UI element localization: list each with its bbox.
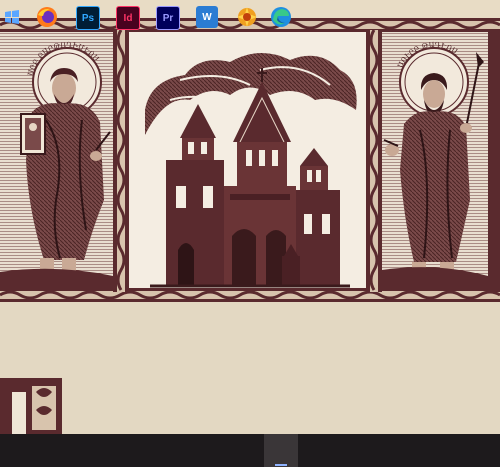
left-saint-panel: ՍՐԲ ԲԱՐԹՈՂԻՄԷՈՍ [0,32,113,288]
lower-left-ornament [0,378,62,434]
windows-start-icon[interactable] [2,6,22,28]
firefox-icon[interactable] [36,6,58,28]
windows-taskbar [0,434,500,467]
photoshop-label: Ps [81,12,95,24]
desktop-image-viewer: ՍՐԲ ԲԱՐԹՈՂԻՄԷՈՍ ՍՈՒՐԲ ԹԱԴԷՈՍ [0,0,500,434]
premiere-icon[interactable]: Pr [156,6,180,30]
premiere-label: Pr [162,12,174,24]
edge-icon[interactable] [270,6,292,28]
active-app-indicator [275,464,287,466]
indesign-icon[interactable]: Id [116,6,140,30]
bottom-ornament-border [0,288,500,302]
engraving-artwork: ՍՐԲ ԲԱՐԹՈՂԻՄԷՈՍ ՍՈՒՐԲ ԹԱԴԷՈՍ [0,0,500,434]
right-saint-panel: ՍՈՒՐԲ ԹԱԴԷՈՍ [382,32,488,288]
active-app-highlight [264,434,298,467]
indesign-label: Id [123,12,133,24]
word-label: W [202,11,212,23]
center-church-panel [129,32,366,288]
photoshop-icon[interactable]: Ps [76,6,100,30]
xnview-icon[interactable] [236,6,258,28]
word-icon[interactable]: W [196,6,218,28]
